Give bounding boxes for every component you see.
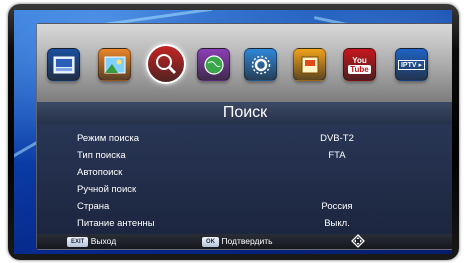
setting-row-search-mode[interactable]: Режим поиска DVB-T2 [37, 130, 452, 147]
setting-row-search-type[interactable]: Тип поиска FTA [37, 147, 452, 164]
setting-value: DVB-T2 [320, 133, 354, 144]
exit-label: Выход [90, 236, 117, 246]
setting-label: Автопоиск [77, 167, 123, 178]
exit-hint[interactable]: EXIT Выход [67, 234, 116, 249]
settings-list: Режим поиска DVB-T2 Тип поиска FTA Автоп… [37, 124, 452, 236]
setting-label: Тип поиска [77, 150, 126, 161]
youtube-icon[interactable]: You Tube [343, 48, 376, 81]
setting-value: Выкл. [324, 218, 350, 229]
program-icon[interactable] [47, 48, 80, 81]
setting-row-auto-search[interactable]: Автопоиск [37, 164, 452, 181]
setting-row-antenna-power[interactable]: Питание антенны Выкл. [37, 215, 452, 232]
globe-icon[interactable] [197, 48, 230, 81]
search-icon[interactable] [146, 44, 186, 84]
setting-label: Страна [77, 201, 110, 212]
setting-value: Россия [321, 201, 353, 212]
exit-key-icon: EXIT [67, 236, 89, 247]
page-title: Поиск [37, 102, 452, 124]
setting-label: Ручной поиск [77, 184, 137, 195]
ok-label: Подтвердить [221, 236, 273, 246]
iptv-icon[interactable]: IPTV ▸ [395, 48, 428, 81]
menu-icon-bar: You Tube IPTV ▸ [37, 24, 452, 102]
ok-hint[interactable]: OK Подтвердить [202, 234, 273, 249]
tv-screen: You Tube IPTV ▸ Поиск Режим поиска DVB-T2 … [14, 10, 452, 254]
navigation-icon [351, 234, 365, 253]
picture-icon[interactable] [98, 48, 131, 81]
setting-label: Режим поиска [77, 133, 140, 144]
setting-row-country[interactable]: Страна Россия [37, 198, 452, 215]
setting-row-manual-search[interactable]: Ручной поиск [37, 181, 452, 198]
menu-panel: You Tube IPTV ▸ Поиск Режим поиска DVB-T2 … [36, 23, 452, 250]
settings-icon[interactable] [244, 48, 277, 81]
setting-value: FTA [328, 150, 346, 161]
footer-bar: EXIT Выход OK Подтвердить [37, 234, 452, 249]
ok-key-icon: OK [202, 236, 219, 247]
setting-label: Питание антенны [77, 218, 155, 229]
media-icon[interactable] [293, 48, 326, 81]
